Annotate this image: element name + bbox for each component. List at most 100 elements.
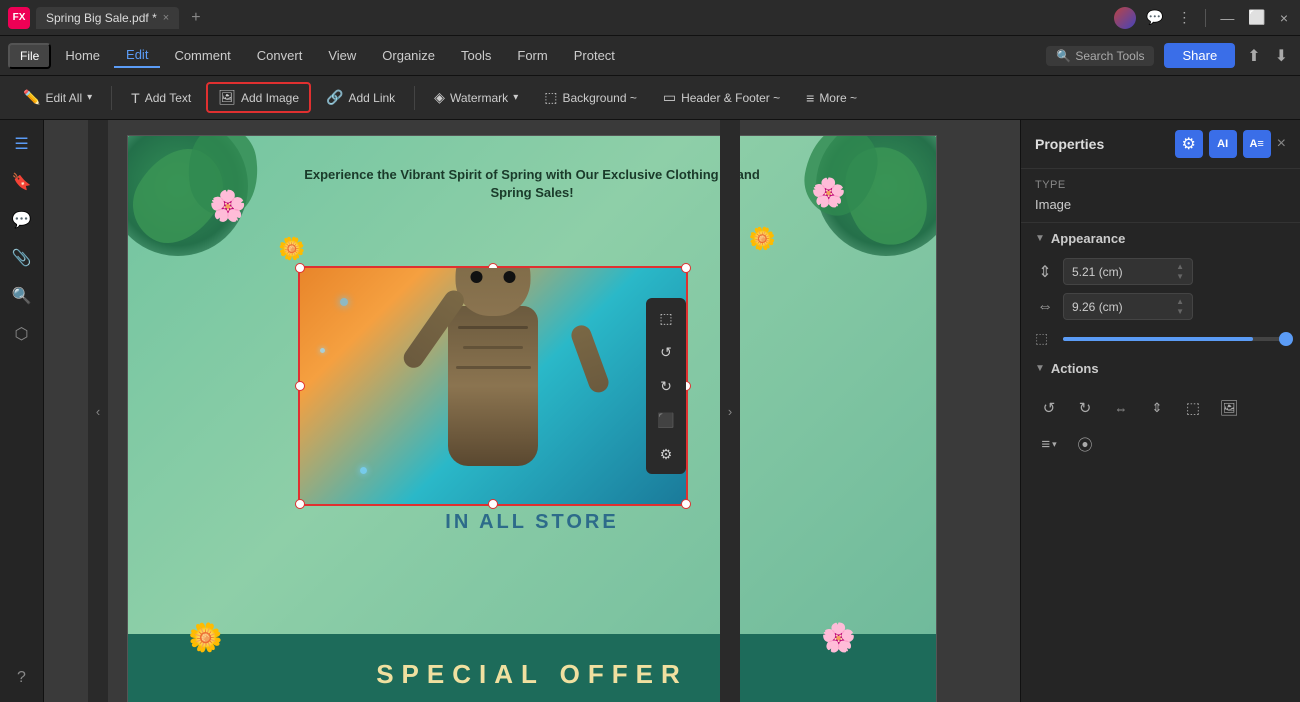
height-row: ⇕ 5.21 (cm) ▲ ▼ [1021, 254, 1300, 289]
canvas-area[interactable]: 🌸 🌼 🌸 🌼 SPECIAL OFFER 🌼 🌸 [44, 120, 1020, 702]
add-text-btn[interactable]: T Add Text [120, 84, 202, 112]
header-footer-btn[interactable]: ▭ Header & Footer ~ [652, 83, 791, 112]
handle-bm[interactable] [488, 499, 498, 509]
height-down-arrow[interactable]: ▼ [1176, 272, 1184, 282]
float-rotate-left-btn[interactable]: ↺ [650, 336, 682, 368]
type-label: Type [1035, 179, 1286, 191]
handle-tl[interactable] [295, 263, 305, 273]
user-avatar[interactable] [1114, 7, 1136, 29]
background-icon: ⬚ [544, 89, 557, 106]
add-image-label: Add Image [241, 91, 299, 105]
height-input[interactable]: 5.21 (cm) ▲ ▼ [1063, 258, 1193, 285]
action-rotate-left-btn[interactable]: ↺ [1035, 394, 1063, 422]
width-input[interactable]: 9.26 (cm) ▲ ▼ [1063, 293, 1193, 320]
action-flip-v-btn[interactable]: ⇕ [1143, 394, 1171, 422]
float-rotate-right-btn[interactable]: ↻ [650, 370, 682, 402]
menu-view[interactable]: View [316, 44, 368, 67]
height-up-arrow[interactable]: ▲ [1176, 262, 1184, 272]
opacity-slider[interactable] [1063, 337, 1286, 341]
width-row: ⇔ 9.26 (cm) ▲ ▼ [1021, 289, 1300, 324]
handle-bl[interactable] [295, 499, 305, 509]
file-menu[interactable]: File [8, 43, 51, 69]
add-image-btn[interactable]: 🖼 Add Image [206, 82, 311, 113]
type-section: Type Image [1021, 169, 1300, 223]
opacity-fill [1063, 337, 1253, 341]
appearance-section: ▼ Appearance ⇕ 5.21 (cm) ▲ ▼ ⇔ 9. [1021, 223, 1300, 353]
menu-edit[interactable]: Edit [114, 43, 160, 68]
edit-all-btn[interactable]: ✏️ Edit All ▾ [12, 83, 103, 112]
handle-br[interactable] [681, 499, 691, 509]
handle-ml[interactable] [295, 381, 305, 391]
panel-format-icon[interactable]: A≡ [1243, 130, 1271, 158]
menu-tools[interactable]: Tools [449, 44, 503, 67]
sidebar-bookmark-icon[interactable]: 🔖 [6, 166, 38, 198]
tab-close-btn[interactable]: × [163, 12, 169, 24]
search-tools[interactable]: 🔍 Search Tools [1046, 46, 1154, 66]
more-icon: ≡ [806, 90, 814, 106]
sidebar-layers-icon[interactable]: ⬡ [6, 318, 38, 350]
action-crop-btn[interactable]: ⬚ [1179, 394, 1207, 422]
appearance-header[interactable]: ▼ Appearance [1021, 223, 1300, 254]
share-button[interactable]: Share [1164, 43, 1235, 68]
sidebar-attachment-icon[interactable]: 📎 [6, 242, 38, 274]
sidebar-pages-icon[interactable]: ☰ [6, 128, 38, 160]
menu-home[interactable]: Home [53, 44, 112, 67]
panel-close-btn[interactable]: × [1277, 135, 1286, 153]
flower-bottom-left: 🌼 [188, 621, 223, 654]
close-icon[interactable]: × [1276, 10, 1292, 26]
more-options-icon[interactable]: ⋮ [1173, 9, 1195, 26]
sidebar-comment-icon[interactable]: 💬 [6, 204, 38, 236]
selected-image-border[interactable]: ⬚ ↺ ↻ ⬛ ⚙ [298, 266, 688, 506]
action-distribute-btn[interactable]: ⦿ [1071, 430, 1099, 458]
edit-icon: ✏️ [23, 89, 40, 106]
headline-text: Experience the Vibrant Spirit of Spring … [288, 166, 776, 202]
width-down-arrow[interactable]: ▼ [1176, 307, 1184, 317]
watermark-btn[interactable]: ◈ Watermark ▾ [423, 83, 529, 112]
opacity-thumb[interactable] [1279, 332, 1293, 346]
more-label: More ~ [819, 91, 857, 105]
menu-comment[interactable]: Comment [162, 44, 242, 67]
action-rotate-right-btn[interactable]: ↻ [1071, 394, 1099, 422]
width-up-arrow[interactable]: ▲ [1176, 297, 1184, 307]
background-btn[interactable]: ⬚ Background ~ [533, 83, 648, 112]
header-footer-icon: ▭ [663, 89, 676, 106]
flower-top-right-2: 🌼 [749, 226, 776, 252]
menu-convert[interactable]: Convert [245, 44, 315, 67]
appearance-toggle-icon: ▼ [1035, 233, 1045, 244]
sidebar-help-icon[interactable]: ? [6, 662, 38, 694]
nav-next-btn[interactable]: › [720, 120, 740, 702]
float-settings-btn[interactable]: ⚙ [650, 438, 682, 470]
float-crop-btn[interactable]: ⬚ [650, 302, 682, 334]
chat-icon[interactable]: 💬 [1142, 9, 1167, 26]
panel-settings-icon[interactable]: ⚙ [1175, 130, 1203, 158]
panel-ai-icon[interactable]: AI [1209, 130, 1237, 158]
menu-organize[interactable]: Organize [370, 44, 447, 67]
watermark-dropdown-icon: ▾ [513, 92, 518, 103]
action-flip-h-btn[interactable]: ⇔ [1107, 394, 1135, 422]
minimize-icon[interactable]: — [1216, 10, 1238, 26]
menu-protect[interactable]: Protect [562, 44, 627, 67]
action-align-btn[interactable]: ≡ ▾ [1035, 430, 1063, 458]
flower-top-right: 🌸 [811, 176, 846, 209]
handle-tr[interactable] [681, 263, 691, 273]
expand-icon[interactable]: ⬇ [1271, 44, 1292, 68]
add-link-label: Add Link [348, 91, 395, 105]
toolbar-divider-1 [111, 86, 112, 110]
add-link-btn[interactable]: 🔗 Add Link [315, 83, 406, 112]
actions-header[interactable]: ▼ Actions [1021, 353, 1300, 384]
new-tab-btn[interactable]: + [183, 5, 208, 31]
footer-banner: SPECIAL OFFER [128, 634, 936, 702]
sidebar-search-icon[interactable]: 🔍 [6, 280, 38, 312]
upload-icon[interactable]: ⬆ [1243, 44, 1264, 68]
float-replace-btn[interactable]: ⬛ [650, 404, 682, 436]
nav-prev-btn[interactable]: ‹ [88, 120, 108, 702]
active-tab[interactable]: Spring Big Sale.pdf * × [36, 7, 179, 29]
menu-form[interactable]: Form [505, 44, 559, 67]
height-icon: ⇕ [1035, 262, 1055, 282]
actions-label: Actions [1051, 361, 1099, 376]
maximize-icon[interactable]: ⬜ [1244, 9, 1269, 26]
more-btn[interactable]: ≡ More ~ [795, 84, 868, 112]
action-replace-btn[interactable]: 🖼 [1215, 394, 1243, 422]
tab-label: Spring Big Sale.pdf * [46, 11, 157, 25]
properties-panel: Properties ⚙ AI A≡ × Type Image ▼ Appear… [1020, 120, 1300, 702]
